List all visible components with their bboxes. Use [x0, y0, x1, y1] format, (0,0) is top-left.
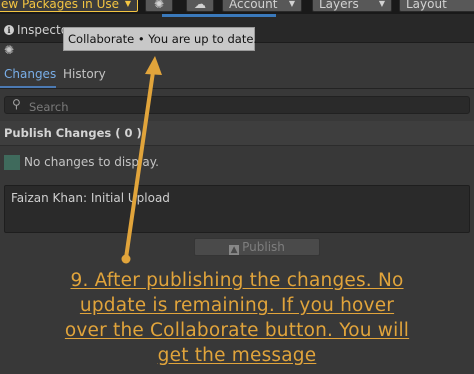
- annotation-line-1: 9. After publishing the changes. No: [70, 270, 404, 291]
- annotation-arrow-head: [145, 56, 162, 75]
- annotation-text: 9. After publishing the changes. No upda…: [16, 268, 458, 368]
- annotation-line-2: update is remaining. If you hover: [79, 295, 395, 316]
- annotation-arrow-tail: [121, 254, 131, 264]
- annotation-arrow-shaft: [124, 70, 155, 260]
- annotation-line-4: get the message: [157, 345, 317, 366]
- annotation-line-3: over the Collaborate button. You will: [64, 320, 410, 341]
